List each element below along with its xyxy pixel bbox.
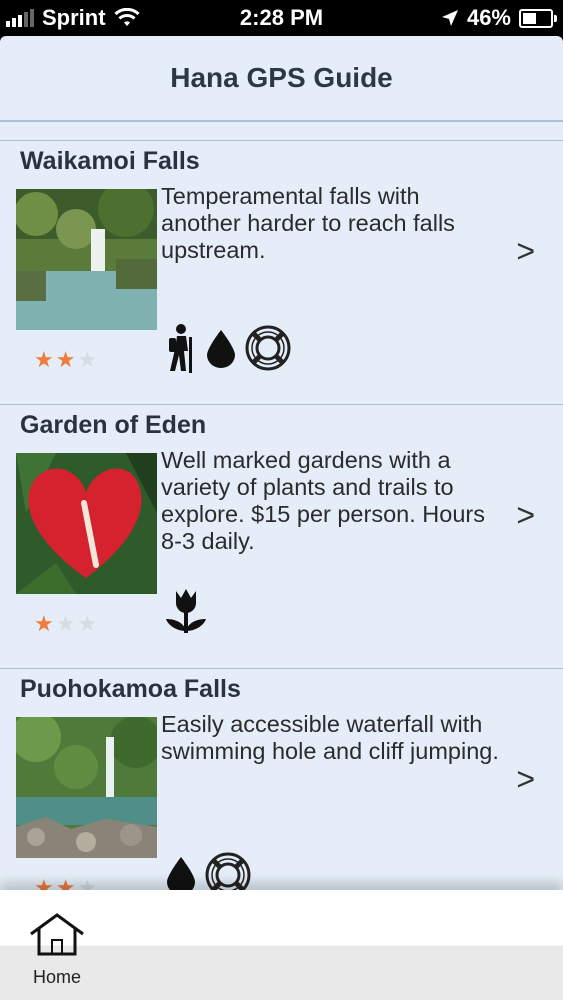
item-title: Puohokamoa Falls xyxy=(20,675,241,703)
page-title: Hana GPS Guide xyxy=(170,62,393,93)
item-description: Temperamental falls with another harder … xyxy=(161,183,455,263)
rating-stars: ★ ★ ★ xyxy=(34,611,97,637)
chevron-right-icon[interactable]: > xyxy=(516,761,535,798)
hiker-icon xyxy=(169,324,192,373)
amenity-icons xyxy=(164,587,208,637)
star-empty-icon: ★ xyxy=(77,347,98,372)
item-title: Garden of Eden xyxy=(20,411,207,439)
chevron-right-icon[interactable]: > xyxy=(516,233,535,270)
star-empty-icon: ★ xyxy=(55,611,76,636)
amenity-icons xyxy=(164,323,292,373)
rating-stars: ★ ★ ★ xyxy=(34,347,97,373)
nav-header: Hana GPS Guide xyxy=(0,36,563,122)
anthurium-flower-thumbnail xyxy=(16,453,157,594)
tab-home-label: Home xyxy=(32,967,81,987)
battery-icon xyxy=(519,8,557,28)
star-filled-icon: ★ xyxy=(34,611,54,636)
water-drop-icon xyxy=(207,330,235,368)
app-screen: Hana GPS Guide Waikamoi Falls Temperamen… xyxy=(0,36,563,1000)
tulip-icon xyxy=(166,589,206,633)
location-arrow-icon xyxy=(441,10,458,26)
water-drop-icon xyxy=(167,857,195,895)
item-description: Well marked gardens with a variety of pl… xyxy=(161,447,485,554)
tab-home[interactable]: Home xyxy=(22,912,92,988)
header-spacer xyxy=(0,122,563,141)
item-description: Easily accessible waterfall with swimmin… xyxy=(161,711,499,764)
status-bar: Sprint 2:28 PM 46% xyxy=(0,0,563,36)
chevron-right-icon[interactable]: > xyxy=(516,497,535,534)
star-empty-icon: ★ xyxy=(77,611,98,636)
waterfall-thumbnail xyxy=(16,189,157,330)
waterfall-pool-thumbnail xyxy=(16,717,157,858)
battery-percent: 46% xyxy=(466,5,511,30)
item-title: Waikamoi Falls xyxy=(20,147,200,175)
star-filled-icon: ★ xyxy=(34,347,54,372)
star-filled-icon: ★ xyxy=(55,347,76,372)
home-icon xyxy=(30,913,84,956)
list-item[interactable]: Waikamoi Falls Temperamental falls with … xyxy=(0,141,563,405)
life-ring-icon xyxy=(245,325,291,371)
list-item[interactable]: Garden of Eden Well marked gardens with … xyxy=(0,405,563,669)
tab-bar: Home xyxy=(0,890,563,1000)
